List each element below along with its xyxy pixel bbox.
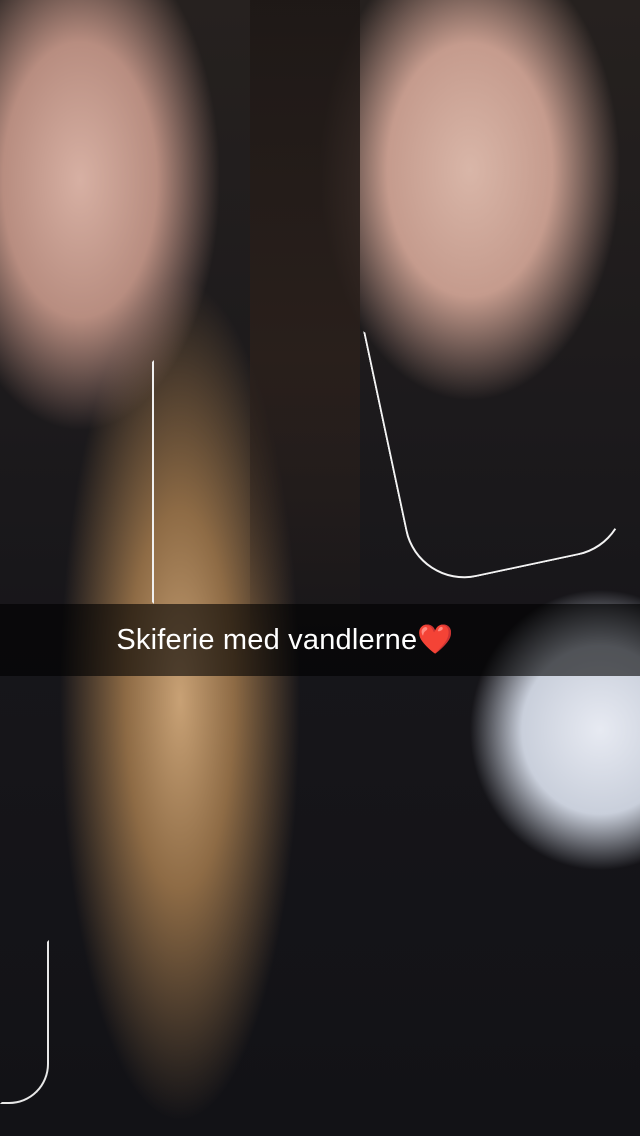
earphone-wire bbox=[363, 284, 637, 590]
earphone-wire bbox=[0, 940, 49, 1104]
snap-photo: Skiferie med vandlerne❤️ bbox=[0, 0, 640, 1136]
caption-bar[interactable]: Skiferie med vandlerne❤️ bbox=[0, 604, 640, 676]
earphone-wire bbox=[130, 360, 154, 604]
caption-text: Skiferie med vandlerne❤️ bbox=[116, 623, 454, 656]
photo-shading bbox=[250, 0, 360, 650]
